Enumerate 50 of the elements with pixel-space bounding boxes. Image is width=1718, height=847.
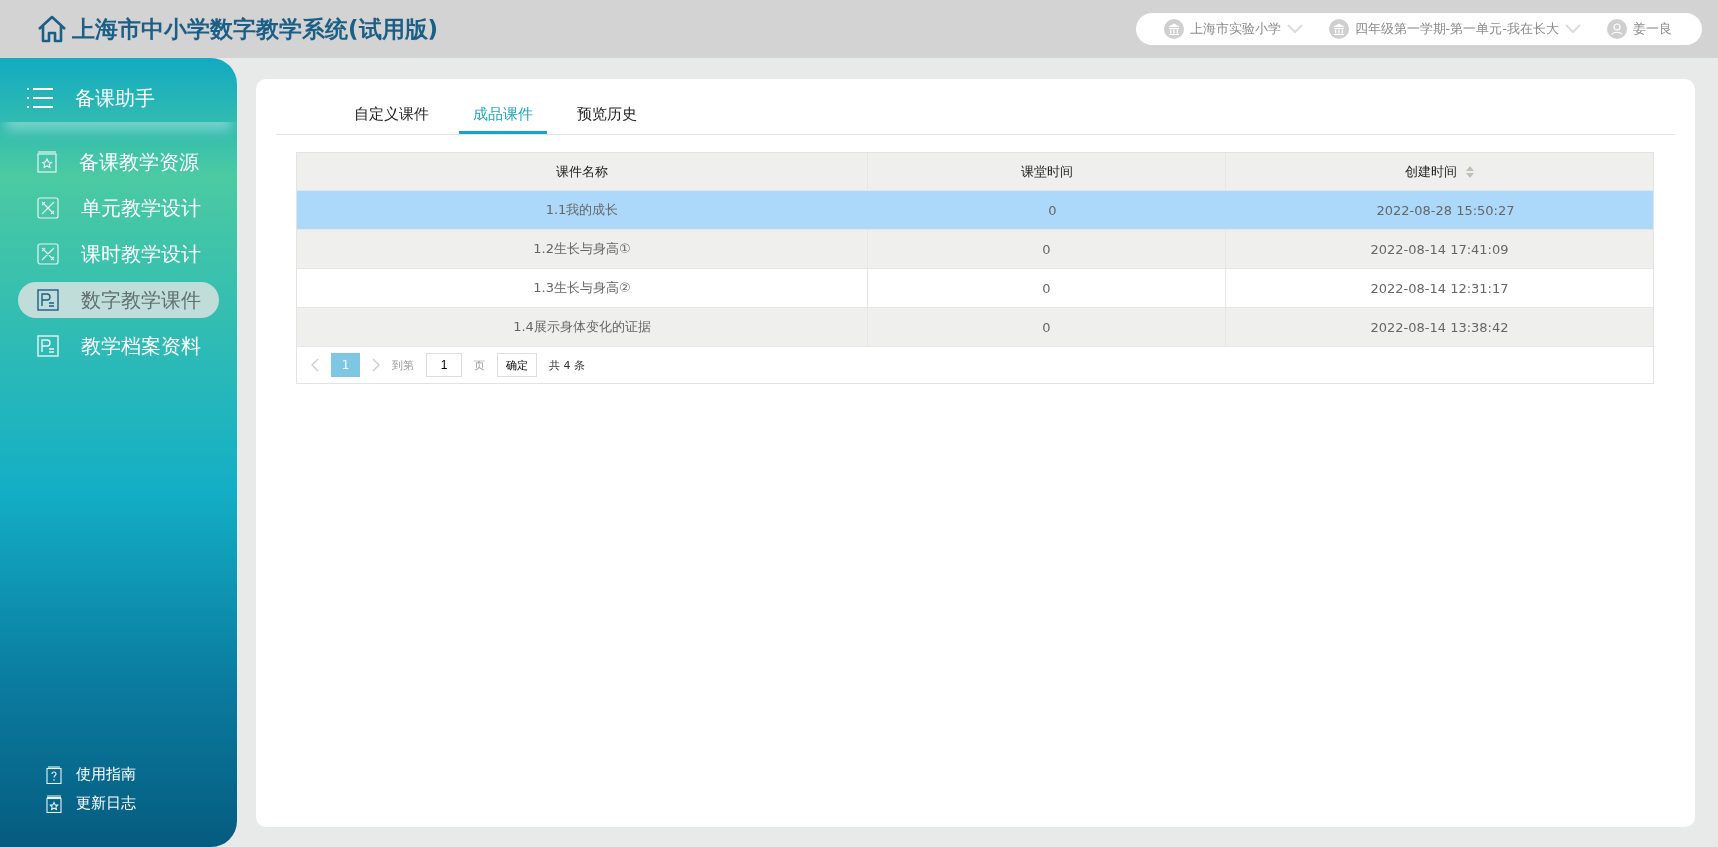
context-selector[interactable]: 上海市实验小学 xyxy=(1163,19,1303,39)
home-icon[interactable] xyxy=(36,13,68,45)
confirm-button[interactable]: 确定 xyxy=(497,353,537,377)
sidebar-item[interactable]: 数字教学课件 xyxy=(18,282,219,318)
page-unit-label: 页 xyxy=(474,357,485,373)
table-cell-text: 2022-08-14 12:31:17 xyxy=(1369,279,1510,298)
table-cell-text: 2022-08-14 17:41:09 xyxy=(1369,240,1510,259)
sidebar-link[interactable]: 更新日志 xyxy=(46,794,237,813)
table-cell: 1.3生长与身高② xyxy=(297,269,868,307)
page-input[interactable]: 1 xyxy=(426,353,462,377)
table-cell-text: 1.1我的成长 xyxy=(544,201,620,219)
crossed-tools-icon xyxy=(37,243,59,265)
table-cell: 0 xyxy=(868,308,1226,346)
column-header[interactable]: 创建时间 xyxy=(1226,153,1653,190)
tab[interactable]: 预览历史 xyxy=(563,99,651,134)
column-header[interactable]: 课堂时间 xyxy=(868,153,1226,190)
total-count: 共 4 条 xyxy=(549,357,585,373)
sidebar-title: 备课助手 xyxy=(75,84,155,112)
crossed-tools-icon xyxy=(37,197,59,219)
table-cell-text: 2022-08-14 13:38:42 xyxy=(1369,318,1510,337)
table-cell: 1.2生长与身高① xyxy=(297,230,868,268)
user-icon xyxy=(1607,19,1627,39)
building-icon xyxy=(1328,19,1349,39)
goto-label: 到第 xyxy=(392,357,414,373)
table-row[interactable]: 1.4展示身体变化的证据 0 2022-08-14 13:38:42 xyxy=(297,308,1653,347)
document-icon xyxy=(37,335,59,357)
star-book-icon xyxy=(46,794,62,813)
table-cell-text: 2022-08-28 15:50:27 xyxy=(1375,202,1516,218)
sidebar-link[interactable]: 使用指南 xyxy=(46,765,237,784)
document-icon xyxy=(37,289,59,311)
table-row[interactable]: 1.2生长与身高① 0 2022-08-14 17:41:09 xyxy=(297,230,1653,269)
table-row[interactable]: 1.3生长与身高② 0 2022-08-14 12:31:17 xyxy=(297,269,1653,308)
tab[interactable]: 成品课件 xyxy=(459,99,547,134)
table-cell-text: 0 xyxy=(1047,202,1058,218)
column-header[interactable]: 课件名称 xyxy=(297,153,868,190)
context-selector[interactable]: 姜一良 xyxy=(1607,19,1672,39)
tab[interactable]: 自定义课件 xyxy=(340,99,443,134)
menu-icon[interactable] xyxy=(27,87,53,109)
star-book-icon xyxy=(37,151,57,173)
sort-icon[interactable] xyxy=(1464,164,1475,179)
context-selector[interactable]: 四年级第一学期-第一单元-我在长大 xyxy=(1328,19,1581,39)
table-row[interactable]: 1.1我的成长 0 2022-08-28 15:50:27 xyxy=(297,191,1653,230)
help-icon xyxy=(46,765,62,784)
chevron-right-icon[interactable] xyxy=(372,358,380,372)
table-cell: 0 xyxy=(868,230,1226,268)
building-icon xyxy=(1163,19,1184,39)
app-title: 上海市中小学数字教学系统(试用版) xyxy=(72,14,439,44)
table-cell: 0 xyxy=(868,269,1226,307)
table-cell: 1.4展示身体变化的证据 xyxy=(297,308,868,346)
chevron-left-icon[interactable] xyxy=(311,358,319,372)
